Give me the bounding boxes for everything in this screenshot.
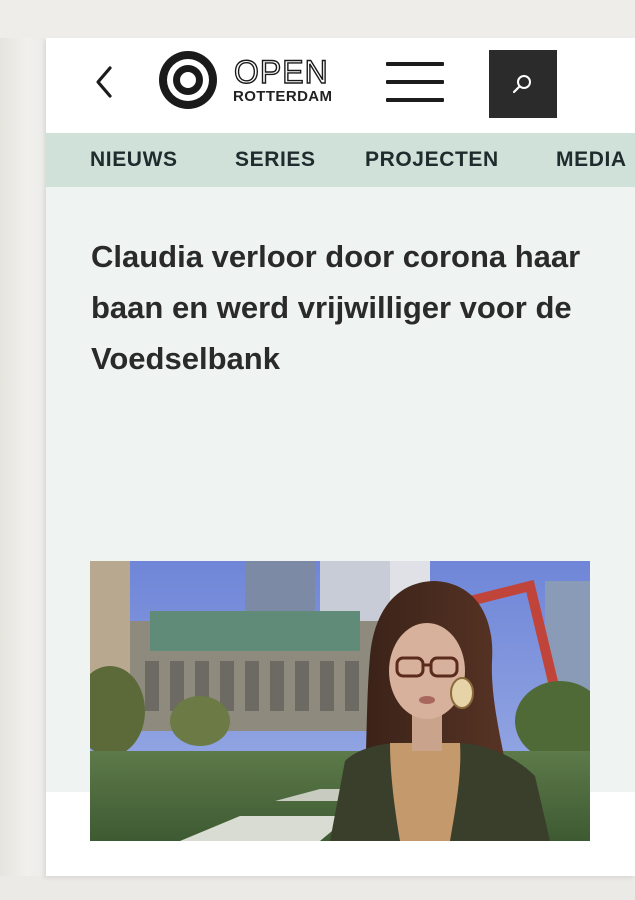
logo-ring-icon[interactable] (158, 50, 218, 110)
article-title[interactable]: Claudia verloor door corona haar baan en… (91, 231, 611, 384)
paper-background-left (0, 0, 46, 900)
site-header: OPEN ROTTERDAM (46, 38, 635, 133)
hamburger-menu-icon[interactable] (386, 60, 444, 104)
nav-item-nieuws[interactable]: NIEUWS (90, 148, 178, 172)
search-button[interactable] (489, 50, 557, 118)
category-nav: NIEUWS SERIES PROJECTEN MEDIA (46, 133, 635, 187)
phone-screenshot: OPEN ROTTERDAM NIEUWS SERIES PROJECTEN M… (46, 38, 635, 876)
article-hero-image[interactable] (90, 561, 590, 841)
nav-item-series[interactable]: SERIES (235, 148, 316, 172)
paper-background-top (0, 0, 635, 38)
nav-item-projecten[interactable]: PROJECTEN (365, 148, 499, 172)
search-icon (512, 75, 531, 94)
paper-background-bottom (0, 876, 635, 900)
logo-open-text: OPEN (234, 56, 329, 88)
logo-wordmark[interactable]: OPEN (232, 53, 342, 90)
nav-item-media[interactable]: MEDIA (556, 148, 627, 172)
logo-subtitle: ROTTERDAM (233, 88, 333, 105)
chevron-left-icon[interactable] (90, 62, 120, 102)
